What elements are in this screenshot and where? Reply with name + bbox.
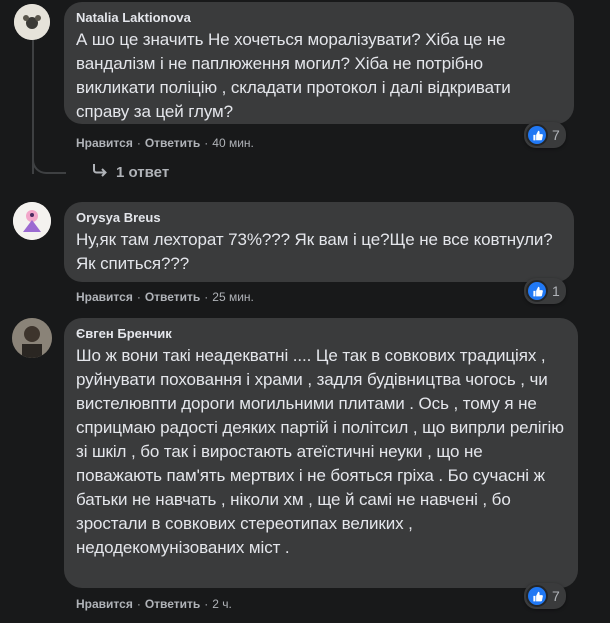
comment-text: Ну,як там лехторат 73%??? Як вам і це?Ще… [76,230,553,273]
separator-dot: · [136,290,141,304]
comment-bubble: Orysya Breus Ну,як там лехторат 73%??? Я… [64,202,574,282]
comment-bubble: Євген Бренчик Шо ж вони такі неадекватні… [64,318,578,588]
comment-time[interactable]: 40 мин. [212,136,254,150]
reaction-number: 1 [552,283,560,299]
like-button[interactable]: Нравится [76,136,133,150]
like-icon [526,280,548,302]
comment-author[interactable]: Євген Бренчик [76,326,566,341]
separator-dot: · [204,290,209,304]
avatar[interactable] [13,202,51,240]
separator-dot: · [204,597,209,611]
like-icon [526,124,548,146]
comment-actions: Нравится · Ответить · 25 мин. [76,290,254,304]
reaction-number: 7 [552,588,560,604]
comment-author[interactable]: Natalia Laktionova [76,10,562,25]
like-icon [526,585,548,607]
comment-time[interactable]: 2 ч. [212,597,232,611]
reply-arrow-icon [92,163,108,181]
separator-dot: · [204,136,209,150]
reply-button[interactable]: Ответить [145,136,200,150]
reaction-count[interactable]: 7 [524,583,566,609]
like-button[interactable]: Нравится [76,597,133,611]
view-replies-link[interactable]: 1 ответ [92,163,169,181]
replies-count[interactable]: 1 ответ [116,164,169,181]
avatar[interactable] [12,318,52,358]
reply-button[interactable]: Ответить [145,597,200,611]
comment-actions: Нравится · Ответить · 40 мин. [76,136,254,150]
reply-button[interactable]: Ответить [145,290,200,304]
reaction-count[interactable]: 1 [524,278,566,304]
comment-text: А шо це значить Не хочеться моралізувати… [76,30,511,121]
reaction-count[interactable]: 7 [524,122,566,148]
comment-time[interactable]: 25 мин. [212,290,254,304]
reaction-number: 7 [552,127,560,143]
separator-dot: · [136,136,141,150]
comment-author[interactable]: Orysya Breus [76,210,562,225]
avatar[interactable] [14,4,50,40]
thread-connector [32,150,66,174]
comment-bubble: Natalia Laktionova А шо це значить Не хо… [64,2,574,124]
separator-dot: · [136,597,141,611]
comment-text: Шо ж вони такі неадекватні .... Це так в… [76,346,564,557]
comment-actions: Нравится · Ответить · 2 ч. [76,597,232,611]
like-button[interactable]: Нравится [76,290,133,304]
